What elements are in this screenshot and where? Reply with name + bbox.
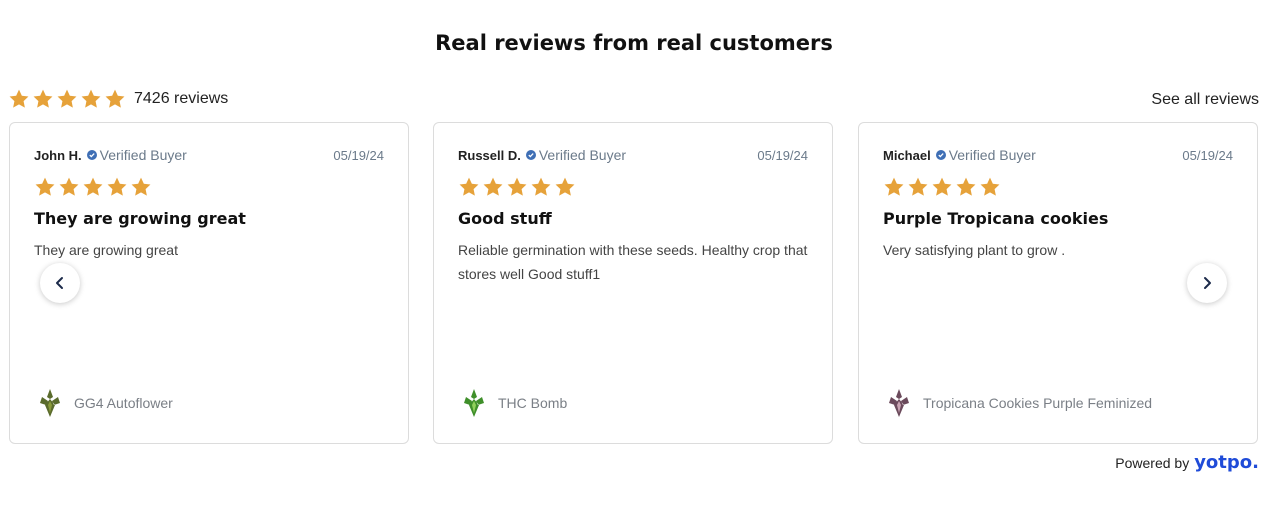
star-icon bbox=[34, 176, 56, 198]
reviewer-name: Russell D. bbox=[458, 147, 521, 163]
star-icon bbox=[58, 176, 80, 198]
review-count: 7426 reviews bbox=[134, 90, 229, 107]
reviewer-name: Michael bbox=[883, 147, 931, 163]
review-card: Russell D. Verified Buyer 05/19/24 Good … bbox=[433, 122, 833, 444]
yotpo-logo[interactable]: yotpo. bbox=[1194, 452, 1259, 473]
review-body: Reliable germination with these seeds. H… bbox=[458, 242, 808, 282]
carousel-next-button[interactable] bbox=[1187, 263, 1227, 303]
verified-check-icon bbox=[525, 150, 536, 160]
star-icon bbox=[130, 176, 152, 198]
rating-summary: 7426 reviews bbox=[8, 88, 228, 110]
powered-by-label: Powered by bbox=[1115, 455, 1190, 471]
product-thumbnail bbox=[40, 389, 60, 417]
star-icon bbox=[82, 176, 104, 198]
star-icon bbox=[931, 176, 953, 198]
verified-badge: Verified Buyer bbox=[538, 147, 627, 163]
star-icon bbox=[104, 88, 126, 110]
review-date: 05/19/24 bbox=[757, 147, 808, 163]
product-name: THC Bomb bbox=[498, 395, 568, 411]
reviewed-product[interactable]: THC Bomb bbox=[458, 387, 567, 419]
review-title: Good stuff bbox=[458, 209, 552, 228]
carousel-prev-button[interactable] bbox=[40, 263, 80, 303]
review-title: They are growing great bbox=[34, 209, 246, 228]
review-stars bbox=[883, 176, 1233, 198]
review-body: Very satisfying plant to grow . bbox=[883, 242, 1066, 258]
star-icon bbox=[8, 88, 30, 110]
star-icon bbox=[482, 176, 504, 198]
reviewer-name: John H. bbox=[34, 147, 82, 163]
star-icon bbox=[883, 176, 905, 198]
star-icon bbox=[530, 176, 552, 198]
star-icon bbox=[32, 88, 54, 110]
chevron-right-icon bbox=[1204, 277, 1211, 289]
verified-check-icon bbox=[935, 150, 946, 160]
section-title: Real reviews from real customers bbox=[435, 31, 833, 55]
product-name: GG4 Autoflower bbox=[74, 395, 173, 411]
star-icon bbox=[979, 176, 1001, 198]
review-title: Purple Tropicana cookies bbox=[883, 209, 1109, 228]
review-date: 05/19/24 bbox=[1182, 147, 1233, 163]
powered-by: Powered by yotpo. bbox=[1115, 452, 1259, 473]
chevron-left-icon bbox=[56, 277, 63, 289]
see-all-reviews-link[interactable]: See all reviews bbox=[1151, 91, 1259, 109]
star-icon bbox=[506, 176, 528, 198]
verified-badge: Verified Buyer bbox=[99, 147, 187, 163]
star-icon bbox=[955, 176, 977, 198]
star-icon bbox=[80, 88, 102, 110]
star-icon bbox=[56, 88, 78, 110]
product-name: Tropicana Cookies Purple Feminized bbox=[923, 395, 1153, 411]
verified-badge: Verified Buyer bbox=[948, 147, 1036, 163]
product-thumbnail bbox=[889, 389, 909, 417]
review-stars bbox=[458, 176, 808, 198]
summary-stars bbox=[8, 88, 126, 110]
verified-check-icon bbox=[86, 150, 97, 160]
star-icon bbox=[907, 176, 929, 198]
star-icon bbox=[554, 176, 576, 198]
reviewed-product[interactable]: Tropicana Cookies Purple Feminized bbox=[883, 387, 1152, 419]
star-icon bbox=[458, 176, 480, 198]
review-date: 05/19/24 bbox=[333, 147, 384, 163]
product-thumbnail bbox=[464, 389, 484, 417]
reviewed-product[interactable]: GG4 Autoflower bbox=[34, 387, 173, 419]
review-body: They are growing great bbox=[34, 242, 178, 258]
star-icon bbox=[106, 176, 128, 198]
review-stars bbox=[34, 176, 384, 198]
